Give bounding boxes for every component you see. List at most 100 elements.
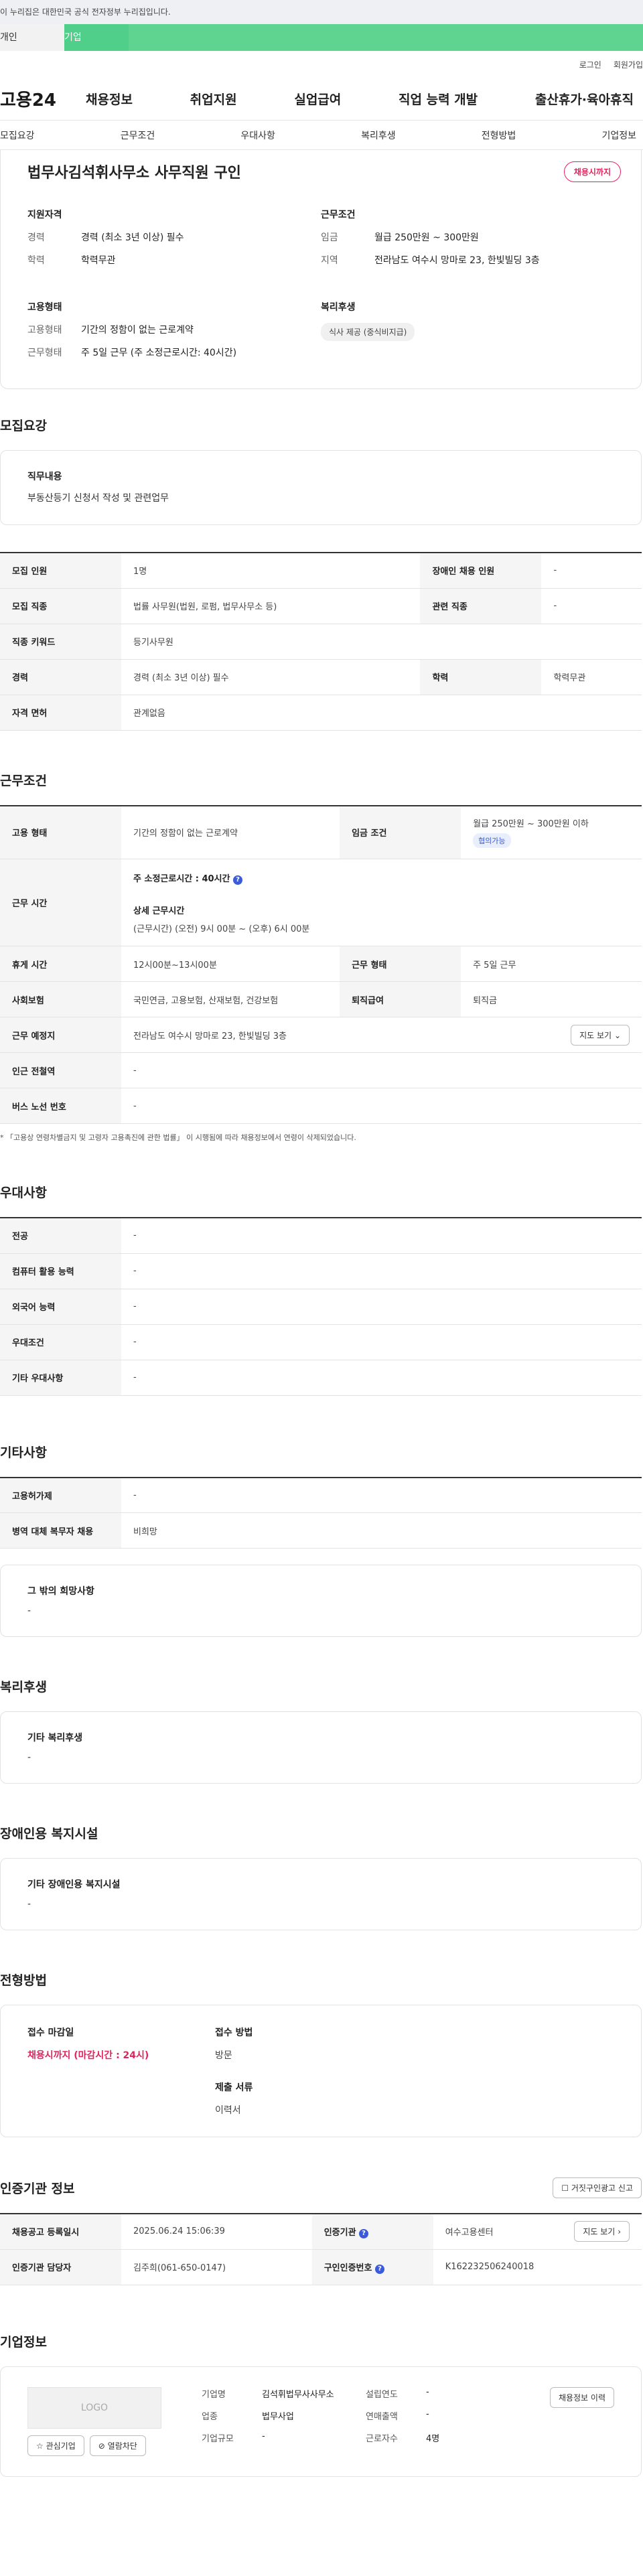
subnav-company[interactable]: 기업정보: [601, 129, 636, 142]
row-value: -: [121, 1218, 642, 1254]
method-value: 방문: [215, 2050, 232, 2061]
hours-detail: (근무시간) (오전) 9시 00분 ~ (오후) 6시 00분: [133, 924, 310, 934]
row-key: 컴퓨터 활용 능력: [0, 1253, 121, 1289]
size-key: 기업규모: [202, 2433, 234, 2444]
work-table: 고용 형태 기간의 정함이 없는 근로계약 임금 조건 월급 250만원 ~ 3…: [0, 804, 642, 1124]
work-conditions-label: 근무조건: [321, 210, 356, 220]
row-key: 자격 면허: [0, 695, 121, 731]
table-row: 고용 형태 기간의 정함이 없는 근로계약 임금 조건 월급 250만원 ~ 3…: [0, 805, 642, 859]
row-value: -: [121, 1324, 642, 1360]
row-value: 12시00분~13시00분: [121, 946, 340, 982]
table-row: 고용허가제 -: [0, 1477, 642, 1513]
table-row: 기타 우대사항 -: [0, 1360, 642, 1396]
row-key: 우대조건: [0, 1324, 121, 1360]
site-logo[interactable]: 고용24: [0, 86, 86, 111]
disabled-box-label: 기타 장애인용 복지시설: [27, 1879, 121, 1890]
gnb-unemployment-benefit[interactable]: 실업급여: [294, 90, 341, 108]
gnb-maternity-leave[interactable]: 출산휴가·육아휴직: [535, 90, 634, 108]
tab-company[interactable]: 기업: [64, 24, 129, 51]
row-value: -: [121, 1289, 642, 1325]
sales-value: -: [426, 2409, 429, 2419]
gnb-employment-support[interactable]: 취업지원: [190, 90, 237, 108]
company-card: LOGO ☆ 관심기업 ⊘ 열람차단 기업명 김석휘법무사사무소 업종 법무사업 기…: [0, 2366, 642, 2477]
work-form-key: 근무형태: [27, 348, 62, 358]
agency-map-button[interactable]: 지도 보기 ›: [574, 2221, 630, 2242]
subnav-recruit[interactable]: 모집요강: [0, 129, 35, 142]
job-history-button[interactable]: 채용정보 이력: [549, 2386, 614, 2408]
education-key: 학력: [27, 255, 45, 266]
row-value: -: [121, 1088, 642, 1124]
wage-key: 임금: [321, 232, 338, 243]
table-row: 직종 키워드 등기사무원: [0, 624, 642, 660]
row-value: -: [121, 1360, 642, 1396]
row-value: 기간의 정함이 없는 근로계약: [121, 805, 340, 859]
help-icon[interactable]: ?: [359, 2228, 369, 2238]
row-value: 관계없음: [121, 695, 642, 731]
map-button[interactable]: 지도 보기 ⌄: [571, 1024, 630, 1046]
table-row: 근무 시간 주 소정근로시간 : 40시간 ? 상세 근무시간 (근무시간) (…: [0, 859, 642, 946]
row-value: 전라남도 여수시 망마로 23, 한빛빌딩 3층 지도 보기 ⌄: [121, 1017, 642, 1053]
help-icon[interactable]: ?: [374, 2264, 384, 2274]
etc-heading: 기타사항: [0, 1445, 47, 1460]
job-title: 법무사김석휘사무소 사무직원 구인: [27, 165, 241, 182]
user-type-tabs: 개인 기업: [0, 24, 643, 51]
row-value: 주 5일 근무: [461, 946, 642, 982]
row-key: 모집 인원: [0, 553, 121, 589]
industry-value: 법무사업: [262, 2411, 294, 2422]
docs-value: 이력서: [215, 2105, 241, 2116]
agency-key: 인증기관: [324, 2227, 356, 2238]
row-key: 전공: [0, 1218, 121, 1254]
subnav-preferences[interactable]: 우대사항: [240, 129, 275, 142]
login-link[interactable]: 로그인: [579, 59, 601, 70]
region-value: 전라남도 여수시 망마로 23, 한빛빌딩 3층: [374, 255, 540, 266]
subnav-welfare[interactable]: 복리후생: [361, 129, 396, 142]
wage-value: 월급 250만원 ~ 300만원: [374, 232, 479, 243]
favorite-label: 관심기업: [46, 2441, 76, 2451]
work-place-value: 전라남도 여수시 망마로 23, 한빛빌딩 3층: [133, 1031, 287, 1042]
row-key: 구인인증번호 ?: [311, 2249, 433, 2285]
row-value: 월급 250만원 ~ 300만원 이하 협의가능: [461, 805, 642, 859]
star-icon: ☆: [36, 2441, 44, 2451]
subnav-process[interactable]: 전형방법: [482, 129, 516, 142]
pref-table: 전공 - 컴퓨터 활용 능력 - 외국어 능력 - 우대조건 - 기타 우대사항 -: [0, 1217, 642, 1396]
row-key: 인근 전철역: [0, 1052, 121, 1088]
etc-table: 고용허가제 - 병역 대체 복무자 채용 비희망: [0, 1476, 642, 1549]
tab-personal[interactable]: 개인: [0, 24, 64, 51]
row-value: -: [541, 553, 642, 589]
table-row: 버스 노선 번호 -: [0, 1088, 642, 1124]
row-value: 주 소정근로시간 : 40시간 ? 상세 근무시간 (근무시간) (오전) 9시…: [121, 859, 642, 946]
row-key: 근무 예정지: [0, 1017, 121, 1053]
table-row: 모집 인원 1명 장애인 채용 인원 -: [0, 553, 642, 589]
help-icon[interactable]: ?: [233, 875, 243, 885]
employees-key: 근로자수: [366, 2433, 398, 2444]
chevron-down-icon: ⌄: [614, 1030, 621, 1040]
subnav-conditions[interactable]: 근무조건: [121, 129, 155, 142]
hope-label: 그 밖의 희망사항: [27, 1586, 94, 1597]
negotiable-pill: 협의가능: [473, 833, 511, 849]
career-value: 경력 (최소 3년 이상) 필수: [81, 232, 184, 243]
career-key: 경력: [27, 232, 45, 243]
block-view-button[interactable]: ⊘ 열람차단: [89, 2435, 146, 2456]
welfare-chip: 식사 제공 (중식비지급): [321, 323, 415, 341]
work-form-value: 주 5일 근무 (주 소정근로시간: 40시간): [81, 348, 237, 358]
industry-key: 업종: [202, 2411, 218, 2422]
table-row: 근무 예정지 전라남도 여수시 망마로 23, 한빛빌딩 3층 지도 보기 ⌄: [0, 1017, 642, 1053]
employment-type-value: 기간의 정함이 없는 근로계약: [81, 325, 194, 336]
gnb-vocational-training[interactable]: 직업 능력 개발: [399, 90, 478, 108]
agency-table: 채용공고 등록일시 2025.06.24 15:06:39 인증기관 ? 여수고…: [0, 2213, 642, 2285]
row-key: 인증기관 담당자: [0, 2249, 121, 2285]
region-key: 지역: [321, 255, 338, 266]
agency-value: 여수고용센터: [445, 2228, 494, 2238]
row-key: 인증기관 ?: [311, 2214, 433, 2250]
gnb-jobs[interactable]: 채용정보: [86, 90, 133, 108]
row-key: 퇴직급여: [340, 981, 461, 1017]
signup-link[interactable]: 회원가입: [614, 59, 643, 70]
favorite-company-button[interactable]: ☆ 관심기업: [27, 2435, 84, 2456]
work-heading: 근무조건: [0, 773, 47, 788]
deadline-value: 채용시까지 (마감시간 : 24시): [27, 2050, 149, 2061]
report-button[interactable]: ☐ 거짓구인광고 신고: [553, 2177, 642, 2198]
gov-banner: 이 누리집은 대한민국 공식 전자정부 누리집입니다.: [0, 0, 643, 24]
table-row: 인근 전철역 -: [0, 1052, 642, 1088]
report-icon: ☐: [561, 2184, 569, 2193]
company-logo: LOGO: [27, 2386, 161, 2429]
